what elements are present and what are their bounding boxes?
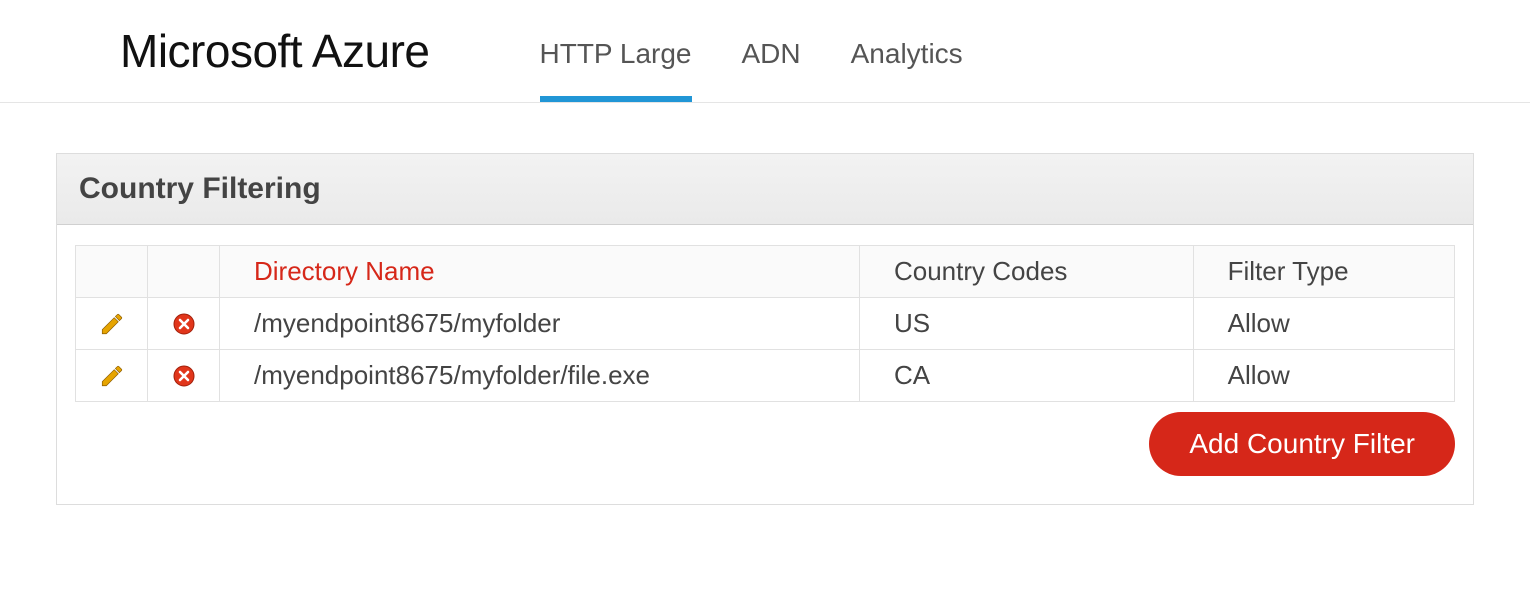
pencil-icon <box>99 310 125 337</box>
panel-body: Directory Name Country Codes Filter Type <box>57 225 1473 504</box>
cell-codes: US <box>859 298 1193 350</box>
delete-icon <box>172 310 196 337</box>
col-edit-header <box>76 246 148 298</box>
col-filter-header[interactable]: Filter Type <box>1193 246 1454 298</box>
edit-row-button[interactable] <box>76 298 148 350</box>
edit-row-button[interactable] <box>76 350 148 402</box>
cell-filter: Allow <box>1193 298 1454 350</box>
country-filtering-panel: Country Filtering Directory Name Country… <box>56 153 1474 505</box>
delete-icon <box>172 362 196 389</box>
table-row: /myendpoint8675/myfolder/file.exe CA All… <box>76 350 1455 402</box>
tab-http-large[interactable]: HTTP Large <box>540 8 692 102</box>
cell-directory: /myendpoint8675/myfolder/file.exe <box>220 350 860 402</box>
button-row: Add Country Filter <box>75 412 1455 476</box>
col-delete-header <box>148 246 220 298</box>
cell-codes: CA <box>859 350 1193 402</box>
cell-directory: /myendpoint8675/myfolder <box>220 298 860 350</box>
add-country-filter-button[interactable]: Add Country Filter <box>1149 412 1455 476</box>
delete-row-button[interactable] <box>148 298 220 350</box>
pencil-icon <box>99 362 125 389</box>
panel-header: Country Filtering <box>57 154 1473 225</box>
top-bar: Microsoft Azure HTTP Large ADN Analytics <box>0 0 1530 103</box>
filters-table: Directory Name Country Codes Filter Type <box>75 245 1455 402</box>
tab-adn[interactable]: ADN <box>742 8 801 102</box>
nav-tabs: HTTP Large ADN Analytics <box>540 8 963 102</box>
col-codes-header[interactable]: Country Codes <box>859 246 1193 298</box>
delete-row-button[interactable] <box>148 350 220 402</box>
cell-filter: Allow <box>1193 350 1454 402</box>
logo: Microsoft Azure <box>0 0 480 102</box>
table-row: /myendpoint8675/myfolder US Allow <box>76 298 1455 350</box>
table-header-row: Directory Name Country Codes Filter Type <box>76 246 1455 298</box>
col-directory-header[interactable]: Directory Name <box>220 246 860 298</box>
panel-title: Country Filtering <box>79 172 1451 206</box>
tab-analytics[interactable]: Analytics <box>851 8 963 102</box>
